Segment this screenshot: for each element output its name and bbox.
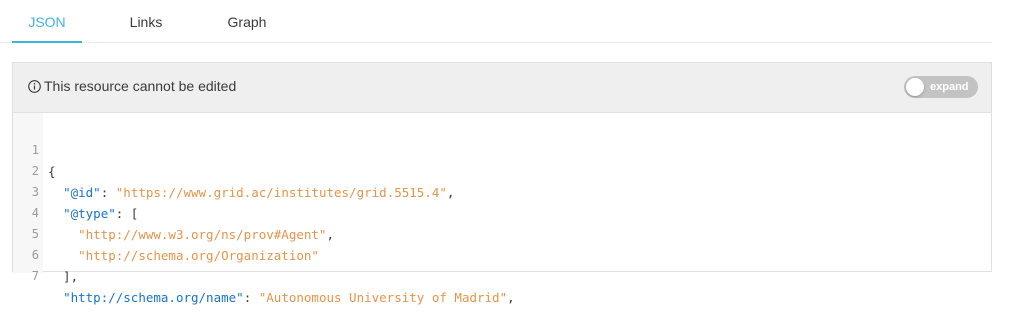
panel-header: This resource cannot be edited expand xyxy=(13,63,991,113)
tab-links[interactable]: Links xyxy=(111,0,181,43)
expand-toggle[interactable]: expand xyxy=(904,76,978,98)
json-key: "http://schema.org/name" xyxy=(63,290,244,305)
punctuation: : xyxy=(243,290,259,305)
code-line: 6 ], xyxy=(13,224,991,284)
code-line: 5 "http://schema.org/Organization" xyxy=(13,203,991,263)
tab-json[interactable]: JSON xyxy=(12,0,82,43)
tab-graph[interactable]: Graph xyxy=(212,0,282,43)
code-line: 2 "@id": "https://www.grid.ac/institutes… xyxy=(13,140,991,200)
code-line: 1 { xyxy=(13,119,991,179)
json-string: "Autonomous University of Madrid" xyxy=(258,290,508,305)
read-only-notice: This resource cannot be edited xyxy=(44,78,237,94)
active-tab-indicator xyxy=(12,41,82,43)
line-number: 7 xyxy=(31,269,39,283)
toggle-label: expand xyxy=(930,81,969,93)
json-editor[interactable]: 1 { 2 "@id": "https://www.grid.ac/instit… xyxy=(13,119,991,305)
code-line: 3 "@type": [ xyxy=(13,161,991,221)
code-line: 7 "http://schema.org/name": "Autonomous … xyxy=(13,245,991,305)
tab-bar: JSON Links Graph xyxy=(0,0,992,43)
info-circle-icon xyxy=(28,80,41,93)
resource-panel: This resource cannot be edited expand 1 … xyxy=(12,62,992,305)
line-content: "http://schema.org/name": "Autonomous Un… xyxy=(48,287,515,308)
code-line: 4 "http://www.w3.org/ns/prov#Agent", xyxy=(13,182,991,242)
toggle-knob xyxy=(906,78,924,96)
punctuation: , xyxy=(507,290,515,305)
